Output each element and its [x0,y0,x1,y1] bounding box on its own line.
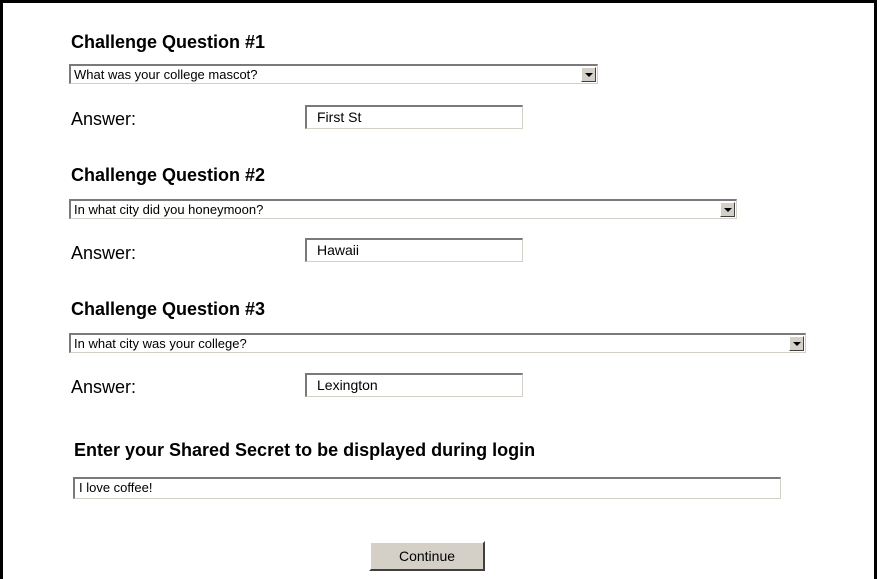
challenge-question-1-select[interactable]: What was your college mascot? [69,64,598,84]
challenge-question-1-selected-value: What was your college mascot? [74,67,258,82]
challenge-question-2-selected-value: In what city did you honeymoon? [74,202,264,217]
answer-1-input[interactable]: First St [305,105,523,129]
answer-2-label: Answer: [71,243,137,263]
challenge-question-3-select[interactable]: In what city was your college? [69,333,806,353]
shared-secret-heading: Enter your Shared Secret to be displayed… [74,440,536,460]
answer-1-label: Answer: [71,109,137,129]
challenge-question-2-select[interactable]: In what city did you honeymoon? [69,199,737,219]
answer-3-label: Answer: [71,377,137,397]
answer-3-input[interactable]: Lexington [305,373,523,397]
challenge-question-3-selected-value: In what city was your college? [74,336,247,351]
challenge-question-1-heading: Challenge Question #1 [71,32,266,52]
answer-2-input[interactable]: Hawaii [305,238,523,262]
chevron-down-icon[interactable] [581,67,596,82]
chevron-down-icon[interactable] [720,202,735,217]
challenge-question-2-heading: Challenge Question #2 [71,165,266,185]
chevron-down-icon[interactable] [789,336,804,351]
shared-secret-input[interactable]: I love coffee! [73,477,781,499]
continue-button[interactable]: Continue [369,541,485,571]
challenge-question-3-heading: Challenge Question #3 [71,299,266,319]
